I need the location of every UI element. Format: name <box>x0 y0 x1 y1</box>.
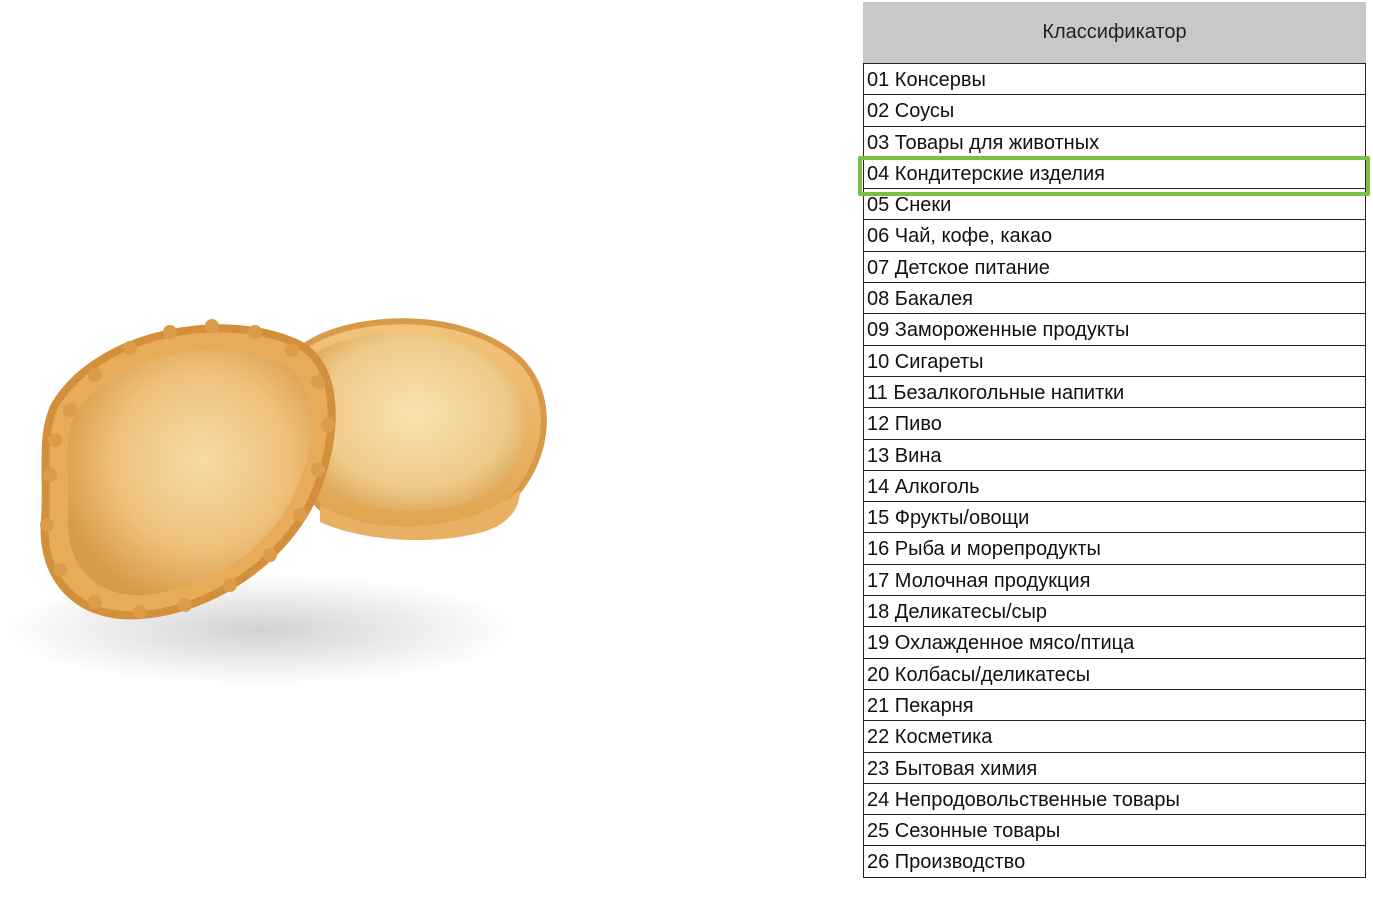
classifier-item[interactable]: 17 Молочная продукция <box>864 563 1365 595</box>
classifier-item[interactable]: 18 Деликатесы/сыр <box>864 595 1365 626</box>
classifier-item[interactable]: 13 Вина <box>864 438 1365 470</box>
classifier-item[interactable]: 15 Фрукты/овощи <box>864 501 1365 532</box>
classifier-item[interactable]: 02 Соусы <box>864 94 1365 125</box>
classifier-item[interactable]: 21 Пекарня <box>864 688 1365 720</box>
classifier-item[interactable]: 20 Колбасы/деликатесы <box>864 657 1365 689</box>
classifier-item[interactable]: 25 Сезонные товары <box>864 814 1365 845</box>
classifier-table: Классификатор 01 Консервы 02 Соусы 03 То… <box>863 2 1366 878</box>
classifier-item[interactable]: 01 Консервы <box>864 63 1365 94</box>
classifier-header: Классификатор <box>863 2 1366 63</box>
tartlet-shells-icon <box>0 318 547 685</box>
classifier-item-selected[interactable]: 04 Кондитерские изделия <box>864 156 1365 188</box>
classifier-item[interactable]: 19 Охлажденное мясо/птица <box>864 626 1365 657</box>
classifier-item[interactable]: 07 Детское питание <box>864 250 1365 282</box>
classifier-item[interactable]: 08 Бакалея <box>864 282 1365 313</box>
classifier-item[interactable]: 10 Сигареты <box>864 344 1365 376</box>
classifier-item[interactable]: 12 Пиво <box>864 407 1365 438</box>
classifier-item[interactable]: 26 Производство <box>864 845 1365 876</box>
classifier-item[interactable]: 09 Замороженные продукты <box>864 313 1365 344</box>
classifier-item[interactable]: 11 Безалкогольные напитки <box>864 375 1365 407</box>
classifier-item[interactable]: 16 Рыба и морепродукты <box>864 532 1365 563</box>
classifier-item[interactable]: 23 Бытовая химия <box>864 751 1365 783</box>
classifier-item[interactable]: 14 Алкоголь <box>864 469 1365 501</box>
classifier-item[interactable]: 06 Чай, кофе, какао <box>864 219 1365 250</box>
classifier-item[interactable]: 03 Товары для животных <box>864 125 1365 157</box>
classifier-list: 01 Консервы 02 Соусы 03 Товары для живот… <box>863 63 1366 878</box>
classifier-item[interactable]: 05 Снеки <box>864 188 1365 219</box>
classifier-item[interactable]: 24 Непродовольственные товары <box>864 782 1365 814</box>
classifier-item[interactable]: 22 Косметика <box>864 720 1365 751</box>
